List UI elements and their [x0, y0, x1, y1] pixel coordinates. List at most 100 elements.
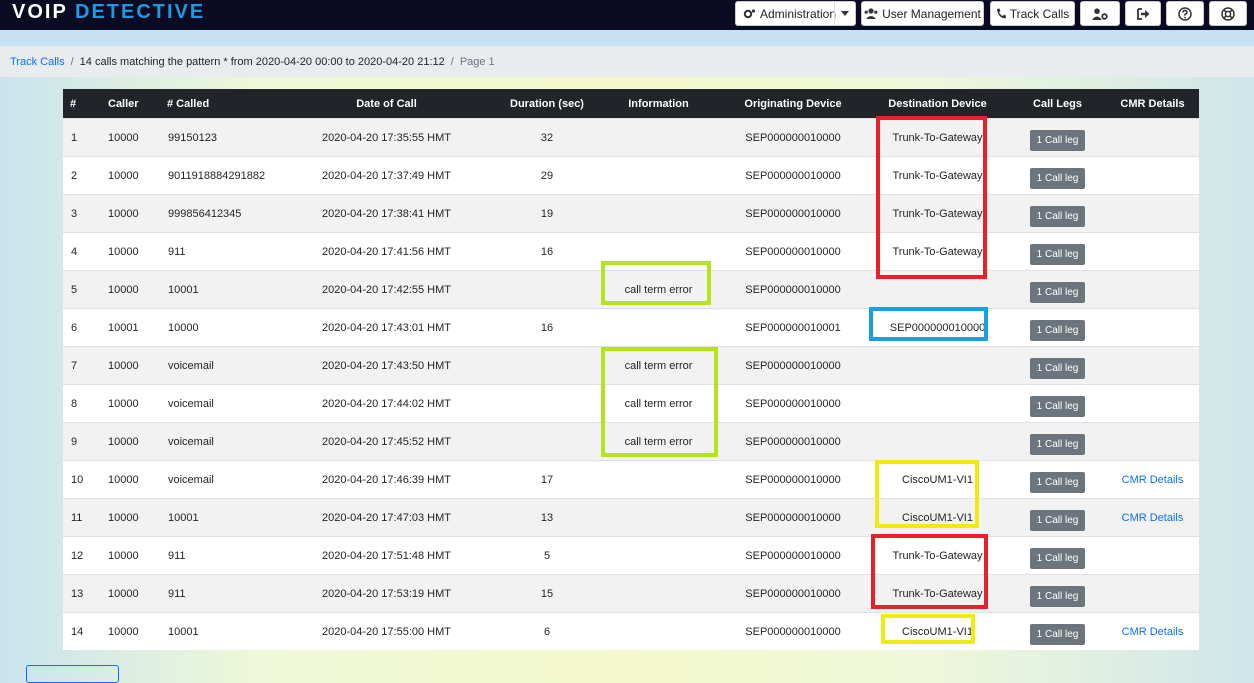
cell-caller: 10000 [100, 498, 160, 537]
cell-cmr-details [1106, 346, 1199, 385]
cell-duration: 32 [497, 118, 597, 157]
user-management-button[interactable]: User Management [861, 1, 984, 26]
support-button[interactable] [1209, 1, 1247, 26]
user-management-label: User Management [882, 6, 981, 21]
cmr-details-link[interactable]: CMR Details [1122, 626, 1184, 638]
cell-date: 2020-04-20 17:45:52 HMT [276, 422, 497, 461]
call-leg-button[interactable]: 1 Call leg [1029, 510, 1086, 531]
cell-cmr-details [1106, 536, 1199, 575]
cell-caller: 10000 [100, 574, 160, 613]
header-duration[interactable]: Duration (sec) [497, 89, 597, 119]
cell-information [597, 498, 720, 537]
header-information[interactable]: Information [597, 89, 720, 119]
cmr-details-link[interactable]: CMR Details [1122, 474, 1184, 486]
cell-number: 6 [63, 308, 100, 347]
cell-called: 10000 [160, 308, 276, 347]
help-button[interactable] [1166, 1, 1204, 26]
cell-destination-device: CiscoUM1-VI1 [866, 612, 1009, 650]
administration-dropdown[interactable]: Administration [735, 1, 856, 26]
users-icon [864, 8, 878, 19]
cell-caller: 10000 [100, 384, 160, 423]
cell-caller: 10000 [100, 118, 160, 157]
call-leg-button[interactable]: 1 Call leg [1029, 434, 1086, 455]
cell-number: 10 [63, 460, 100, 499]
top-navbar: VOIP DETECTIVE Administration User Manag… [0, 0, 1254, 30]
cell-destination-device: Trunk-To-Gateway [866, 232, 1009, 271]
cell-information [597, 574, 720, 613]
cell-information [597, 612, 720, 650]
administration-label: Administration [760, 6, 837, 21]
header-call-legs[interactable]: Call Legs [1009, 89, 1106, 119]
cell-call-legs: 1 Call leg [1009, 574, 1106, 613]
cell-caller: 10000 [100, 422, 160, 461]
call-leg-button[interactable]: 1 Call leg [1029, 130, 1086, 151]
call-leg-button[interactable]: 1 Call leg [1029, 472, 1086, 493]
cell-destination-device [866, 384, 1009, 423]
cmr-details-link[interactable]: CMR Details [1122, 512, 1184, 524]
cell-originating-device: SEP000000010000 [720, 232, 866, 271]
cell-duration: 6 [497, 612, 597, 650]
cell-caller: 10000 [100, 612, 160, 650]
call-leg-button[interactable]: 1 Call leg [1029, 168, 1086, 189]
call-leg-button[interactable]: 1 Call leg [1029, 624, 1086, 645]
cell-called: voicemail [160, 384, 276, 423]
cell-originating-device: SEP000000010001 [720, 308, 866, 347]
cell-number: 1 [63, 118, 100, 157]
cell-cmr-details [1106, 270, 1199, 309]
call-leg-button[interactable]: 1 Call leg [1029, 206, 1086, 227]
cell-date: 2020-04-20 17:55:00 HMT [276, 612, 497, 650]
call-leg-button[interactable]: 1 Call leg [1029, 548, 1086, 569]
call-leg-button[interactable]: 1 Call leg [1029, 282, 1086, 303]
life-ring-icon [1221, 6, 1235, 21]
bottom-action-button[interactable] [26, 665, 119, 683]
cell-called: 911 [160, 232, 276, 271]
cell-number: 5 [63, 270, 100, 309]
call-leg-button[interactable]: 1 Call leg [1029, 320, 1086, 341]
header-number[interactable]: # [63, 89, 100, 119]
cell-destination-device: Trunk-To-Gateway [866, 156, 1009, 195]
cell-date: 2020-04-20 17:51:48 HMT [276, 536, 497, 575]
cell-caller: 10000 [100, 270, 160, 309]
cell-caller: 10000 [100, 460, 160, 499]
cell-date: 2020-04-20 17:47:03 HMT [276, 498, 497, 537]
calls-table: # Caller # Called Date of Call Duration … [63, 89, 1199, 650]
track-calls-button[interactable]: Track Calls [990, 1, 1075, 26]
cell-information: call term error [597, 270, 720, 309]
cell-date: 2020-04-20 17:42:55 HMT [276, 270, 497, 309]
header-called[interactable]: # Called [160, 89, 276, 119]
user-settings-button[interactable] [1080, 1, 1120, 26]
cell-duration [497, 384, 597, 423]
header-date[interactable]: Date of Call [276, 89, 497, 119]
track-calls-label: Track Calls [1009, 6, 1070, 21]
cell-date: 2020-04-20 17:43:50 HMT [276, 346, 497, 385]
header-originating-device[interactable]: Originating Device [720, 89, 866, 119]
brand-logo[interactable]: VOIP DETECTIVE [12, 1, 205, 24]
header-destination-device[interactable]: Destination Device [866, 89, 1009, 119]
phone-icon [996, 8, 1006, 19]
cell-called: 911 [160, 574, 276, 613]
cell-duration: 16 [497, 308, 597, 347]
cell-destination-device: Trunk-To-Gateway [866, 574, 1009, 613]
cell-called: 10001 [160, 612, 276, 650]
header-cmr-details[interactable]: CMR Details [1106, 89, 1199, 119]
call-leg-button[interactable]: 1 Call leg [1029, 244, 1086, 265]
caret-down-icon[interactable] [834, 2, 855, 25]
header-caller[interactable]: Caller [100, 89, 160, 119]
cell-cmr-details [1106, 308, 1199, 347]
sign-out-button[interactable] [1125, 1, 1161, 26]
cell-number: 7 [63, 346, 100, 385]
cell-call-legs: 1 Call leg [1009, 232, 1106, 271]
call-leg-button[interactable]: 1 Call leg [1029, 586, 1086, 607]
sub-header-bar [0, 30, 1254, 46]
cell-originating-device: SEP000000010000 [720, 574, 866, 613]
cell-call-legs: 1 Call leg [1009, 270, 1106, 309]
call-leg-button[interactable]: 1 Call leg [1029, 396, 1086, 417]
breadcrumb-track-calls-link[interactable]: Track Calls [10, 56, 65, 68]
table-row: 14 10000 10001 2020-04-20 17:55:00 HMT 6 SEP0… [63, 612, 1199, 650]
breadcrumb-query: 14 calls matching the pattern * from 202… [79, 55, 445, 68]
table-row: 2 10000 9011918884291882 2020-04-20 17:37:4… [63, 156, 1199, 195]
call-leg-button[interactable]: 1 Call leg [1029, 358, 1086, 379]
cell-number: 9 [63, 422, 100, 461]
cell-called: voicemail [160, 422, 276, 461]
cell-originating-device: SEP000000010000 [720, 612, 866, 650]
